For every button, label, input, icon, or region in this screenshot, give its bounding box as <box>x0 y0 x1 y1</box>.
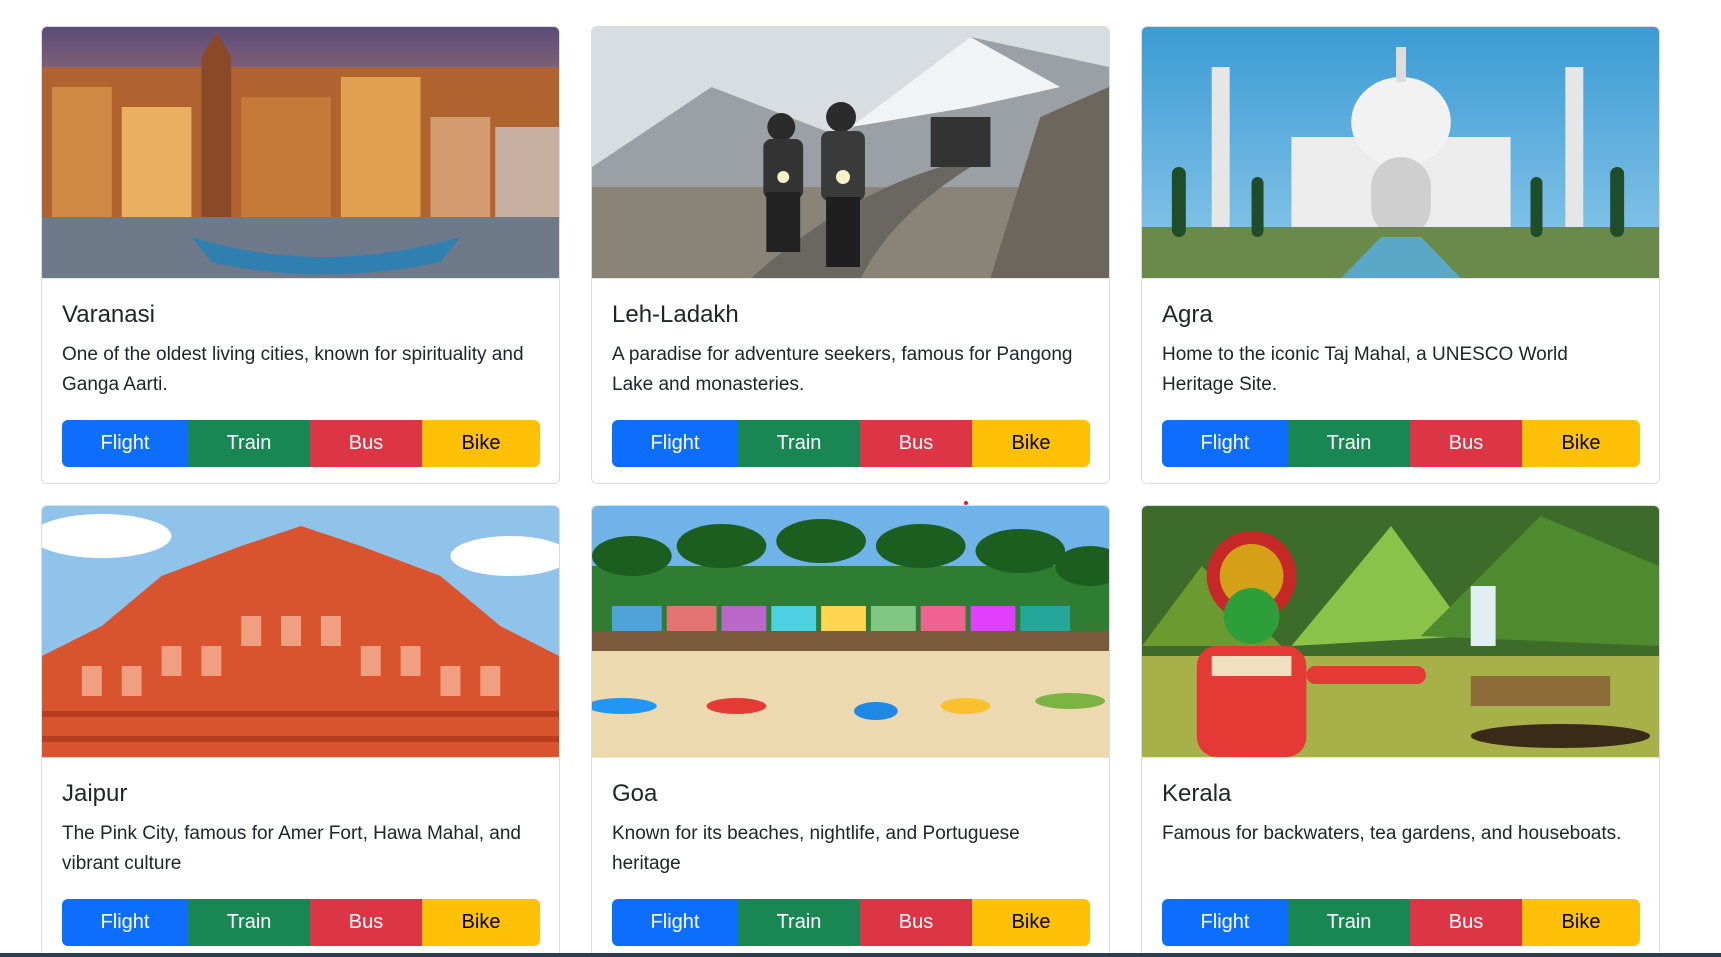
bike-button[interactable]: Bike <box>1522 420 1640 467</box>
bus-button[interactable]: Bus <box>860 899 972 946</box>
bike-button[interactable]: Bike <box>972 420 1090 467</box>
transport-button-group: Flight Train Bus Bike <box>1162 420 1640 467</box>
card-title: Kerala <box>1162 780 1232 807</box>
train-button[interactable]: Train <box>188 899 310 946</box>
destination-card-varanasi: Varanasi One of the oldest living cities… <box>41 26 560 484</box>
transport-button-group: Flight Train Bus Bike <box>1162 899 1640 946</box>
taj-mahal-photo <box>1142 27 1659 279</box>
destination-card-agra: Agra Home to the iconic Taj Mahal, a UNE… <box>1141 26 1660 484</box>
transport-button-group: Flight Train Bus Bike <box>612 899 1090 946</box>
flight-button[interactable]: Flight <box>62 420 188 467</box>
window-bottom-edge <box>0 953 1721 957</box>
ghats-riverside-photo <box>42 27 559 279</box>
card-description: Known for its beaches, nightlife, and Po… <box>612 823 1020 874</box>
card-title: Goa <box>612 780 658 807</box>
bike-button[interactable]: Bike <box>972 899 1090 946</box>
flight-button[interactable]: Flight <box>612 899 738 946</box>
destination-card-jaipur: Jaipur The Pink City, famous for Amer Fo… <box>41 505 560 957</box>
destination-card-leh-ladakh: Leh-Ladakh A paradise for adventure seek… <box>591 26 1110 484</box>
bike-button[interactable]: Bike <box>1522 899 1640 946</box>
card-description: A paradise for adventure seekers, famous… <box>612 344 1073 395</box>
destination-card-goa: Goa Known for its beaches, nightlife, an… <box>591 505 1110 957</box>
flight-button[interactable]: Flight <box>612 420 738 467</box>
train-button[interactable]: Train <box>1288 899 1410 946</box>
bike-button[interactable]: Bike <box>422 420 540 467</box>
beach-kayaks-photo <box>592 506 1109 758</box>
card-description: The Pink City, famous for Amer Fort, Haw… <box>62 823 521 874</box>
flight-button[interactable]: Flight <box>1162 899 1288 946</box>
red-dot-marker <box>964 501 968 505</box>
transport-button-group: Flight Train Bus Bike <box>62 899 540 946</box>
destination-card-kerala: Kerala Famous for backwaters, tea garden… <box>1141 505 1660 957</box>
train-button[interactable]: Train <box>1288 420 1410 467</box>
mountain-bikers-photo <box>592 27 1109 279</box>
hawa-mahal-photo <box>42 506 559 758</box>
train-button[interactable]: Train <box>738 420 860 467</box>
bus-button[interactable]: Bus <box>310 420 422 467</box>
flight-button[interactable]: Flight <box>62 899 188 946</box>
destinations-page: Varanasi One of the oldest living cities… <box>0 0 1721 957</box>
card-description: Home to the iconic Taj Mahal, a UNESCO W… <box>1162 344 1568 395</box>
card-title: Leh-Ladakh <box>612 301 739 328</box>
card-title: Varanasi <box>62 301 155 328</box>
card-description: One of the oldest living cities, known f… <box>62 344 524 395</box>
kathakali-backwaters-photo <box>1142 506 1659 758</box>
destination-grid: Varanasi One of the oldest living cities… <box>41 26 1660 957</box>
bus-button[interactable]: Bus <box>1410 899 1522 946</box>
train-button[interactable]: Train <box>738 899 860 946</box>
transport-button-group: Flight Train Bus Bike <box>62 420 540 467</box>
card-title: Agra <box>1162 301 1213 328</box>
bus-button[interactable]: Bus <box>310 899 422 946</box>
flight-button[interactable]: Flight <box>1162 420 1288 467</box>
card-title: Jaipur <box>62 780 128 807</box>
train-button[interactable]: Train <box>188 420 310 467</box>
card-description: Famous for backwaters, tea gardens, and … <box>1162 823 1622 844</box>
bus-button[interactable]: Bus <box>1410 420 1522 467</box>
bus-button[interactable]: Bus <box>860 420 972 467</box>
transport-button-group: Flight Train Bus Bike <box>612 420 1090 467</box>
bike-button[interactable]: Bike <box>422 899 540 946</box>
